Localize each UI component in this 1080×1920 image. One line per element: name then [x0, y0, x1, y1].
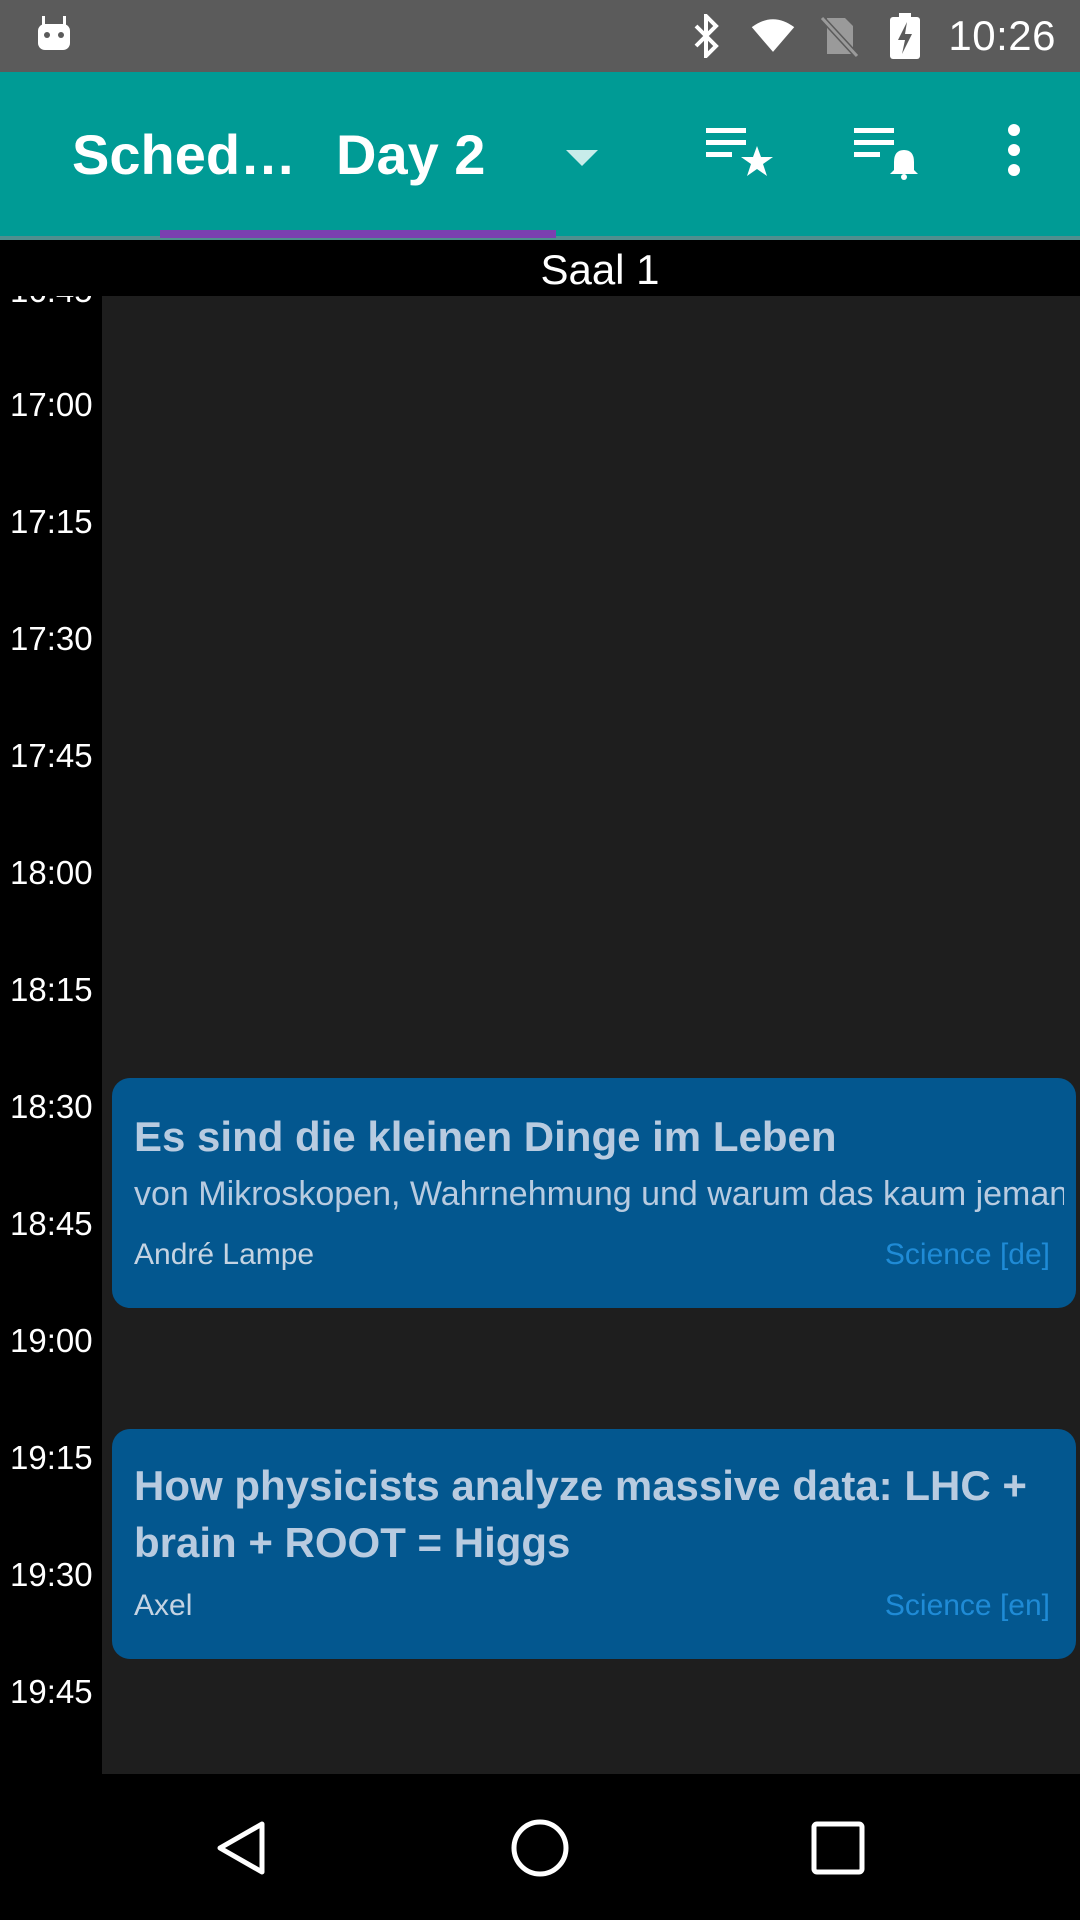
time-label: 18:45 [10, 1205, 93, 1242]
back-button[interactable] [206, 1812, 278, 1884]
app-title: Sched… [72, 123, 297, 186]
event-title-line: brain + ROOT = Higgs [134, 1519, 571, 1566]
time-column: 16:45 17:00 17:15 17:30 17:45 18:00 18:1… [0, 296, 102, 1774]
room-header: Saal 1 [0, 240, 1080, 296]
status-bar: 10:26 [0, 0, 1080, 72]
time-label: 19:30 [10, 1556, 93, 1593]
alarms-list-icon [854, 128, 918, 180]
room-name: Saal 1 [540, 246, 660, 293]
overflow-menu-icon [1008, 124, 1020, 176]
event-speaker: André Lampe [134, 1238, 315, 1271]
starred-list-icon [706, 128, 773, 176]
overflow-menu-button[interactable] [972, 108, 1056, 192]
event-card[interactable]: Es sind die kleinen Dinge im Leben von M… [112, 1078, 1076, 1308]
time-label: 17:30 [10, 620, 93, 657]
no-sim-icon [816, 13, 862, 59]
time-label-partial: 16:45 [10, 296, 93, 310]
time-label: 19:45 [10, 1673, 93, 1710]
back-icon [217, 1821, 265, 1875]
time-label: 19:00 [10, 1322, 93, 1359]
time-label: 19:15 [10, 1439, 93, 1476]
home-icon [511, 1819, 569, 1877]
event-title: Es sind die kleinen Dinge im Leben [134, 1113, 837, 1160]
time-label: 18:30 [10, 1088, 93, 1125]
time-label: 17:45 [10, 737, 93, 774]
home-button[interactable] [504, 1812, 576, 1884]
time-label: 17:00 [10, 386, 93, 423]
app-toolbar: Sched… Day 2 [0, 72, 1080, 240]
clock: 10:26 [948, 12, 1056, 59]
time-label: 17:15 [10, 503, 93, 540]
event-track: Science [de] [884, 1238, 1050, 1271]
schedule-grid[interactable]: Es sind die kleinen Dinge im Leben von M… [102, 296, 1080, 1774]
bluetooth-icon [684, 13, 730, 59]
alarms-list-button[interactable] [846, 108, 930, 192]
battery-charging-icon [882, 13, 928, 59]
starred-list-button[interactable] [698, 108, 782, 192]
recents-button[interactable] [802, 1812, 874, 1884]
dropdown-arrow-icon[interactable] [562, 146, 602, 170]
recents-icon [811, 1821, 865, 1875]
event-track: Science [en] [884, 1589, 1050, 1622]
time-label: 18:00 [10, 854, 93, 891]
day-selector[interactable]: Day 2 [336, 122, 485, 187]
android-icon [38, 16, 70, 50]
event-title-line: How physicists analyze massive data: LHC… [134, 1462, 1027, 1509]
event-speaker: Axel [134, 1589, 193, 1622]
event-card[interactable]: How physicists analyze massive data: LHC… [112, 1429, 1076, 1659]
navigation-bar [0, 1774, 1080, 1920]
event-subtitle: von Mikroskopen, Wahrnehmung und warum d… [134, 1175, 1064, 1213]
wifi-icon [750, 13, 796, 59]
day-tab-indicator [160, 230, 556, 238]
time-label: 18:15 [10, 971, 93, 1008]
